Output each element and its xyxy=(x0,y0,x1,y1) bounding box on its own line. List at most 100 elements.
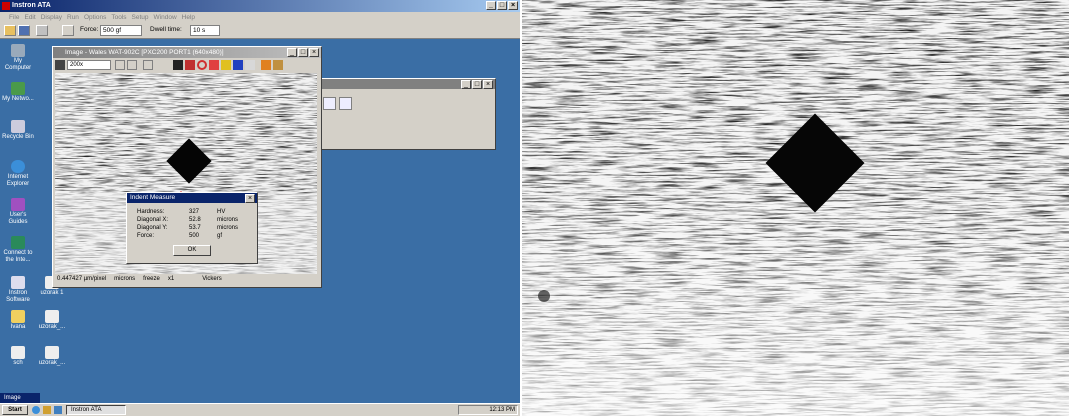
app-toolbar: Force: 500 gf Dwell time: 10 s xyxy=(0,23,520,39)
internet-explorer-icon xyxy=(11,160,25,173)
minimized-image-window[interactable]: Image xyxy=(0,393,40,403)
copy-icon[interactable] xyxy=(36,25,48,36)
hardness-row: Hardness: 327 HV xyxy=(137,209,226,215)
secondary-window[interactable]: _ □ × xyxy=(318,78,496,150)
menu-tools[interactable]: Tools xyxy=(111,12,126,23)
force-label: Force: xyxy=(80,26,99,33)
ok-button[interactable]: OK xyxy=(173,245,211,256)
desktop-screenshot: Instron ATA _ □ × File Edit Display Run … xyxy=(0,0,520,416)
measure-icon[interactable] xyxy=(221,60,231,70)
dwell-label: Dwell time: xyxy=(150,26,182,33)
diamond-tool-icon[interactable] xyxy=(233,60,243,70)
desktop-quicklaunch-icon[interactable] xyxy=(54,406,62,414)
zoom-factor: x1 xyxy=(167,276,175,282)
export-icon[interactable] xyxy=(273,60,283,70)
desktop-icon-instron[interactable]: Instron Software xyxy=(2,276,34,304)
chart-icon[interactable] xyxy=(339,97,352,110)
connect-icon xyxy=(11,236,25,249)
menu-run[interactable]: Run xyxy=(67,12,79,23)
camera-icon[interactable] xyxy=(55,60,65,70)
method-label: Vickers xyxy=(202,276,222,282)
zoom-in-icon[interactable] xyxy=(115,60,125,70)
network-icon xyxy=(11,82,25,95)
desktop-icon-ie[interactable]: Internet Explorer xyxy=(2,160,34,188)
dwell-field[interactable]: 10 s xyxy=(190,25,220,36)
freeze-label[interactable]: freeze xyxy=(143,274,160,285)
desktop-icon-uzorak-b[interactable]: uzorak_... xyxy=(36,346,68,367)
minimize-button[interactable]: _ xyxy=(287,48,297,57)
indent-measure-dialog[interactable]: Indent Measure × Hardness: 327 HV Diagonal… xyxy=(126,192,258,264)
dialog-titlebar: Indent Measure × xyxy=(127,193,257,203)
close-button[interactable]: × xyxy=(508,1,518,10)
indent-micrograph xyxy=(522,0,1069,416)
close-button[interactable]: × xyxy=(483,80,493,89)
ie-quicklaunch-icon[interactable] xyxy=(32,406,40,414)
app-title: Instron ATA xyxy=(12,2,51,9)
image-window-titlebar: Image - Wales WAT-902C [PXC200 PORT1 (64… xyxy=(53,47,321,58)
menu-window[interactable]: Window xyxy=(154,12,177,23)
minimize-button[interactable]: _ xyxy=(486,1,496,10)
system-tray: 12:13 PM xyxy=(458,405,518,415)
image-toolbar: 200x xyxy=(53,58,321,72)
grid-icon[interactable] xyxy=(245,60,255,70)
contrast-icon[interactable] xyxy=(173,60,183,70)
document-icon xyxy=(45,310,59,323)
diagonal-y-row: Diagonal Y: 53.7 microns xyxy=(137,225,239,231)
desktop-icon-users-guides[interactable]: User's Guides xyxy=(2,198,34,226)
desktop-icon-ivana[interactable]: Ivana xyxy=(2,310,34,331)
taskbar: Start Instron ATA 12:13 PM xyxy=(0,403,520,416)
app-titlebar: Instron ATA _ □ × xyxy=(0,0,520,12)
menu-help[interactable]: Help xyxy=(182,12,195,23)
menu-display[interactable]: Display xyxy=(41,12,62,23)
menu-bar: File Edit Display Run Options Tools Setu… xyxy=(0,12,520,23)
start-button[interactable]: Start xyxy=(2,405,28,415)
outlook-quicklaunch-icon[interactable] xyxy=(43,406,51,414)
menu-setup[interactable]: Setup xyxy=(132,12,149,23)
guides-icon xyxy=(11,198,25,211)
scale-readout: 0.447427 µm/pixel xyxy=(57,276,107,282)
app-icon xyxy=(2,2,10,10)
computer-icon xyxy=(11,44,25,57)
menu-file[interactable]: File xyxy=(9,12,19,23)
desktop-icon-sch[interactable]: sch xyxy=(2,346,34,367)
select-icon[interactable] xyxy=(143,60,153,70)
magnified-indent-photo xyxy=(522,0,1069,416)
settings-icon[interactable] xyxy=(261,60,271,70)
close-button[interactable]: × xyxy=(245,194,255,203)
close-button[interactable]: × xyxy=(309,48,319,57)
desktop-icon-network[interactable]: My Netwo... xyxy=(2,82,34,103)
menu-options[interactable]: Options xyxy=(84,12,106,23)
zoom-out-icon[interactable] xyxy=(127,60,137,70)
taskbar-item-instron[interactable]: Instron ATA xyxy=(66,405,126,415)
desktop-icon-recycle-bin[interactable]: Recycle Bin xyxy=(2,120,34,141)
image-window-title: Image - Wales WAT-902C [PXC200 PORT1 (64… xyxy=(65,49,224,56)
minimize-button[interactable]: _ xyxy=(461,80,471,89)
recycle-bin-icon xyxy=(11,120,25,133)
color-icon[interactable] xyxy=(185,60,195,70)
folder-icon xyxy=(11,310,25,323)
diagonal-x-row: Diagonal X: 52.8 microns xyxy=(137,217,239,223)
instron-icon xyxy=(11,276,25,289)
chart-icon[interactable] xyxy=(323,97,336,110)
document-icon xyxy=(11,346,25,359)
maximize-button[interactable]: □ xyxy=(298,48,308,57)
circle-tool-icon[interactable] xyxy=(197,60,207,70)
maximize-button[interactable]: □ xyxy=(497,1,507,10)
image-statusbar: 0.447427 µm/pixel microns freeze x1 Vick… xyxy=(55,274,317,285)
force-field[interactable]: 500 gf xyxy=(100,25,142,36)
arrow-icon[interactable] xyxy=(62,25,74,36)
zoom-select[interactable]: 200x xyxy=(67,60,111,70)
open-icon[interactable] xyxy=(4,25,16,36)
line-tool-icon[interactable] xyxy=(209,60,219,70)
maximize-button[interactable]: □ xyxy=(472,80,482,89)
desktop-icon-my-computer[interactable]: My Computer xyxy=(2,44,34,72)
document-icon xyxy=(45,346,59,359)
save-icon[interactable] xyxy=(18,25,30,36)
clock: 12:13 PM xyxy=(489,407,515,413)
menu-edit[interactable]: Edit xyxy=(24,12,35,23)
desktop-icon-uzorak-a[interactable]: uzorak_... xyxy=(36,310,68,331)
desktop-icon-connect[interactable]: Connect to the Inte... xyxy=(2,236,34,264)
force-row: Force: 500 gf xyxy=(137,233,223,239)
units-label[interactable]: microns xyxy=(114,274,135,285)
dialog-title: Indent Measure xyxy=(130,194,176,201)
